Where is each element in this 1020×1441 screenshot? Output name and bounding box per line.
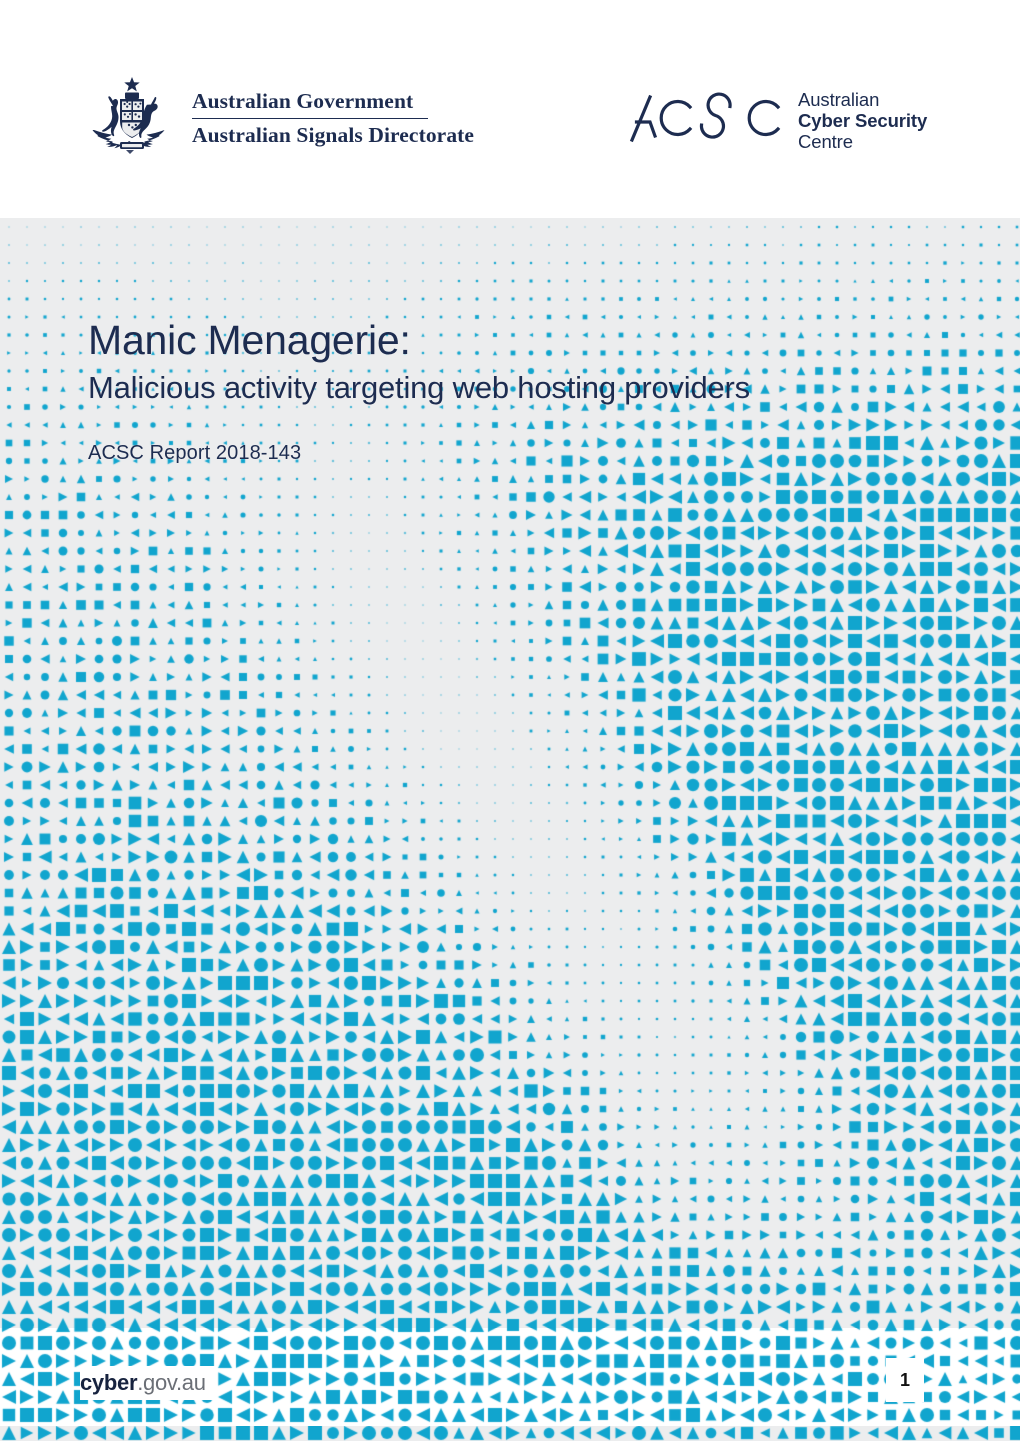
acsc-line-australian: Australian xyxy=(798,89,880,110)
cover-hero-panel: Manic Menagerie: Malicious activity targ… xyxy=(0,218,1020,1441)
report-identifier: ACSC Report 2018-143 xyxy=(88,442,302,465)
acsc-monogram-icon xyxy=(628,92,786,149)
report-cover-page: Australian Government Australian Signals… xyxy=(0,0,1020,1441)
page-number: 1 xyxy=(886,1358,924,1402)
cyber-gov-brand-bold: cyber xyxy=(80,1370,138,1395)
cyber-gov-brand-light: .gov.au xyxy=(137,1370,206,1395)
acsc-line-cyber-security: Cyber Security xyxy=(798,110,928,132)
acsc-line-centre: Centre xyxy=(798,131,853,153)
australian-government-logo: Australian Government Australian Signals… xyxy=(86,72,474,163)
australian-government-text: Australian Government xyxy=(192,88,414,113)
australian-coat-of-arms-icon xyxy=(86,72,178,163)
page-title: Manic Menagerie: xyxy=(88,317,411,363)
masthead: Australian Government Australian Signals… xyxy=(0,0,1020,218)
title-block: Manic Menagerie: Malicious activity targ… xyxy=(88,317,948,465)
page-subtitle: Malicious activity targeting web hosting… xyxy=(88,369,750,405)
australian-signals-directorate-text: Australian Signals Directorate xyxy=(192,123,475,148)
cyber-gov-au-logo[interactable]: cyber.gov.au xyxy=(80,1366,216,1400)
acsc-logo: Australian Cyber Security Centre xyxy=(628,88,927,152)
government-wordmark: Australian Government Australian Signals… xyxy=(192,86,474,149)
acsc-wordmark: Australian Cyber Security Centre xyxy=(798,88,927,152)
wordmark-divider xyxy=(192,117,428,120)
